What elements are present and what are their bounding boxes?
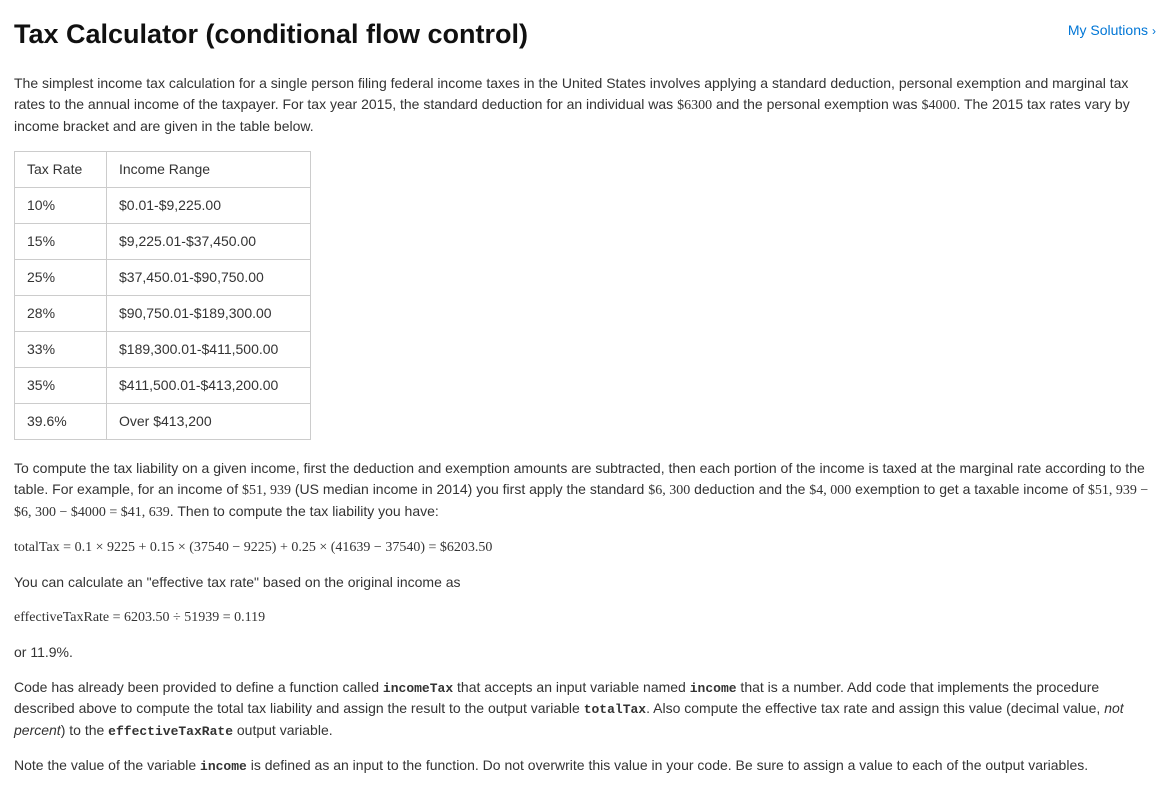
code-output-totaltax: totalTax xyxy=(584,702,646,717)
table-row: 33%$189,300.01-$411,500.00 xyxy=(15,331,311,367)
my-solutions-link[interactable]: My Solutions › xyxy=(1068,20,1156,41)
code-fn-name: incomeTax xyxy=(383,681,453,696)
tax-brackets-table: Tax Rate Income Range 10%$0.01-$9,225.00… xyxy=(14,151,311,440)
my-solutions-label: My Solutions xyxy=(1068,20,1148,41)
instructions-paragraph-2: Note the value of the variable income is… xyxy=(14,755,1156,777)
page-title: Tax Calculator (conditional flow control… xyxy=(14,14,528,55)
intro-paragraph: The simplest income tax calculation for … xyxy=(14,73,1156,137)
code-output-effrate: effectiveTaxRate xyxy=(108,724,233,739)
equation-effective-rate: effectiveTaxRate = 6203.50 ÷ 51939 = 0.1… xyxy=(14,607,1156,628)
example-paragraph-1: To compute the tax liability on a given … xyxy=(14,458,1156,523)
table-row: 25%$37,450.01-$90,750.00 xyxy=(15,259,311,295)
table-row: 15%$9,225.01-$37,450.00 xyxy=(15,223,311,259)
table-row: 39.6%Over $413,200 xyxy=(15,403,311,439)
chevron-right-icon: › xyxy=(1152,22,1156,40)
code-var-income: income xyxy=(200,759,247,774)
table-row: 10%$0.01-$9,225.00 xyxy=(15,187,311,223)
example-paragraph-2: You can calculate an "effective tax rate… xyxy=(14,572,1156,593)
code-input-var: income xyxy=(690,681,737,696)
example-paragraph-3: or 11.9%. xyxy=(14,642,1156,663)
table-header-rate: Tax Rate xyxy=(15,151,107,187)
instructions-paragraph-1: Code has already been provided to define… xyxy=(14,677,1156,742)
table-header-range: Income Range xyxy=(107,151,311,187)
equation-totaltax: totalTax = 0.1 × 9225 + 0.15 × (37540 − … xyxy=(14,537,1156,558)
table-row: 35%$411,500.01-$413,200.00 xyxy=(15,367,311,403)
table-row: 28%$90,750.01-$189,300.00 xyxy=(15,295,311,331)
